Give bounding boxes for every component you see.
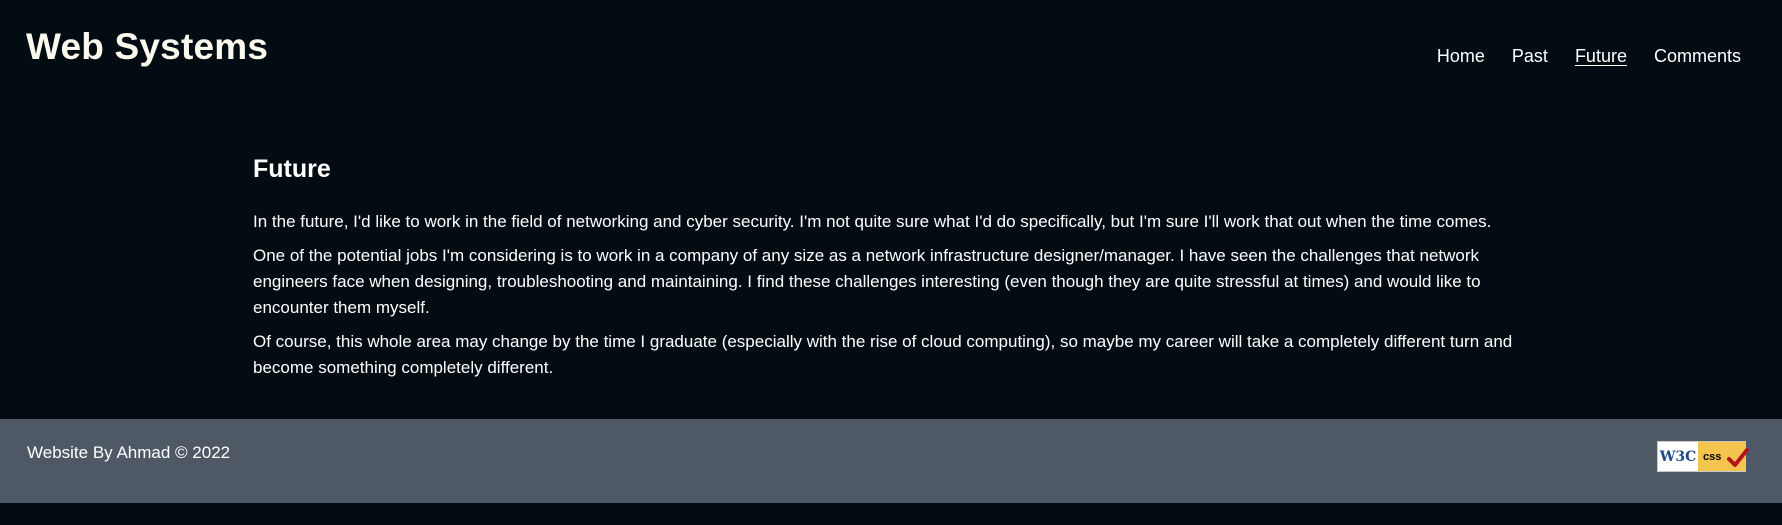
- css-label: css: [1703, 450, 1722, 463]
- site-footer: Website By Ahmad © 2022 W3C css: [0, 419, 1782, 503]
- nav-link-past[interactable]: Past: [1512, 46, 1548, 67]
- w3c-logo-text: W3C: [1658, 442, 1698, 471]
- nav-link-future[interactable]: Future: [1575, 46, 1627, 67]
- nav-link-comments[interactable]: Comments: [1654, 46, 1741, 67]
- checkmark-icon: [1727, 448, 1749, 467]
- main-nav: Home Past Future Comments: [1437, 46, 1741, 67]
- site-header: Web Systems Home Past Future Comments: [0, 0, 1782, 120]
- site-title: Web Systems: [26, 26, 269, 67]
- paragraph-change: Of course, this whole area may change by…: [253, 332, 1513, 377]
- paragraph-intro: In the future, I'd like to work in the f…: [253, 212, 1492, 231]
- w3c-css-badge[interactable]: W3C css: [1657, 441, 1749, 472]
- main-content: Future In the future, I'd like to work i…: [253, 155, 1523, 389]
- page-heading: Future: [253, 155, 331, 183]
- nav-link-home[interactable]: Home: [1437, 46, 1485, 67]
- paragraph-career: One of the potential jobs I'm considerin…: [253, 246, 1481, 317]
- footer-credit: Website By Ahmad © 2022: [27, 443, 231, 462]
- w3c-css-panel: css: [1698, 442, 1749, 471]
- page: Web Systems Home Past Future Comments Fu…: [0, 0, 1782, 525]
